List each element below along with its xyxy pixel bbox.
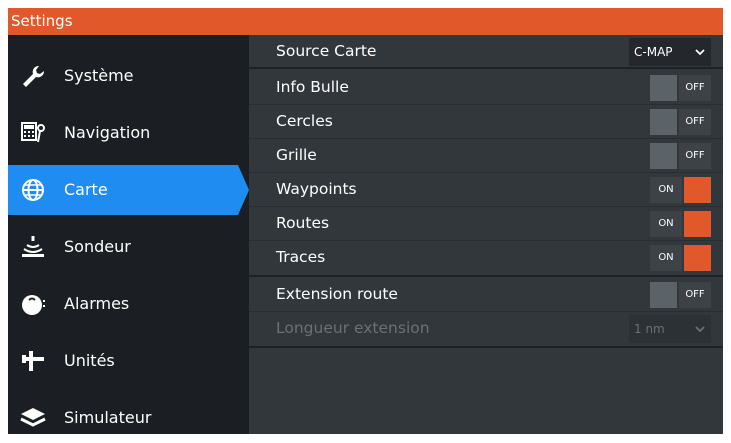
chevron-down-icon: [695, 326, 705, 333]
sidebar-item-label: Navigation: [64, 123, 151, 142]
sidebar-item-label: Sondeur: [64, 237, 131, 256]
setting-label: Longueur extension: [276, 319, 430, 337]
extension-length-dropdown: 1 nm: [629, 315, 711, 343]
layers-icon: [20, 408, 46, 427]
setting-label: Source Carte: [276, 42, 377, 60]
toggle-knob: [650, 282, 677, 308]
globe-icon: [22, 179, 44, 201]
sidebar-item-unites[interactable]: Unités: [8, 336, 249, 386]
sidebar-item-label: Carte: [64, 180, 108, 199]
setting-label: Traces: [276, 248, 326, 266]
setting-label: Grille: [276, 146, 317, 164]
setting-row-routes: Routes ON: [249, 207, 723, 241]
sidebar-item-label: Unités: [64, 351, 115, 370]
dropdown-value: 1 nm: [634, 322, 665, 336]
sonar-icon: [22, 236, 44, 257]
setting-label: Waypoints: [276, 180, 357, 198]
sidebar-item-label: Alarmes: [64, 294, 130, 313]
toggle-state: OFF: [679, 282, 711, 308]
units-icon: [22, 351, 44, 371]
setting-row-extension-route: Extension route OFF: [249, 278, 723, 312]
sidebar-item-alarmes[interactable]: Alarmes: [8, 279, 249, 329]
cercles-toggle[interactable]: OFF: [650, 109, 711, 135]
sidebar-item-carte[interactable]: Carte: [8, 165, 249, 215]
setting-label: Routes: [276, 214, 330, 232]
setting-label: Cercles: [276, 112, 333, 130]
toggle-state: OFF: [679, 75, 711, 101]
toggle-state: ON: [650, 245, 682, 271]
wrench-icon: [23, 65, 45, 87]
toggle-knob: [684, 245, 711, 271]
dropdown-value: C-MAP: [634, 45, 673, 59]
settings-panel: Source Carte C-MAP Info Bulle OFF Cercle…: [249, 35, 723, 434]
sidebar-item-sondeur[interactable]: Sondeur: [8, 222, 249, 272]
routes-toggle[interactable]: ON: [650, 211, 711, 237]
toggle-knob: [650, 109, 677, 135]
sidebar-item-label: Simulateur: [64, 408, 152, 427]
sidebar: Système Navigation Carte Sondeur Alarmes…: [8, 35, 249, 434]
settings-window: Settings Système Navigation Carte Sondeu…: [8, 8, 723, 434]
window-title: Settings: [8, 8, 723, 35]
toggle-state: ON: [650, 177, 682, 203]
grille-toggle[interactable]: OFF: [650, 143, 711, 169]
info-bulle-toggle[interactable]: OFF: [650, 75, 711, 101]
sidebar-item-simulateur[interactable]: Simulateur: [8, 393, 249, 443]
setting-row-cercles: Cercles OFF: [249, 105, 723, 139]
sidebar-item-navigation[interactable]: Navigation: [8, 108, 249, 158]
toggle-knob: [684, 177, 711, 203]
toggle-knob: [650, 143, 677, 169]
sidebar-item-label: Système: [64, 66, 134, 85]
toggle-knob: [650, 75, 677, 101]
navigation-icon: [21, 122, 45, 143]
setting-row-traces: Traces ON: [249, 241, 723, 277]
setting-row-grille: Grille OFF: [249, 139, 723, 173]
toggle-state: ON: [650, 211, 682, 237]
chevron-down-icon: [695, 49, 705, 56]
setting-row-source-carte: Source Carte C-MAP: [249, 35, 723, 69]
alarm-icon: [22, 295, 45, 315]
traces-toggle[interactable]: ON: [650, 245, 711, 271]
chart-source-dropdown[interactable]: C-MAP: [629, 38, 711, 66]
setting-label: Info Bulle: [276, 78, 349, 96]
setting-row-info-bulle: Info Bulle OFF: [249, 71, 723, 105]
sidebar-item-systeme[interactable]: Système: [8, 51, 249, 101]
toggle-state: OFF: [679, 109, 711, 135]
waypoints-toggle[interactable]: ON: [650, 177, 711, 203]
setting-row-longueur-extension: Longueur extension 1 nm: [249, 312, 723, 348]
toggle-state: OFF: [679, 143, 711, 169]
extension-route-toggle[interactable]: OFF: [650, 282, 711, 308]
setting-row-waypoints: Waypoints ON: [249, 173, 723, 207]
toggle-knob: [684, 211, 711, 237]
setting-label: Extension route: [276, 285, 398, 303]
